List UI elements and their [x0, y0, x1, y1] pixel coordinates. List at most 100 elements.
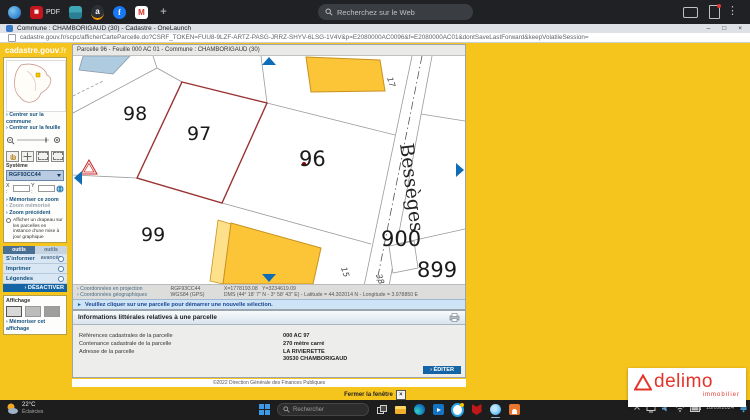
taskbar-search[interactable]: Rechercher: [277, 403, 369, 416]
flag-label: Afficher un drapeau sur les parcelles en…: [13, 218, 64, 240]
x-label: X :: [6, 183, 12, 195]
radio-icon: [58, 276, 64, 282]
pdf-icon: ▦: [30, 6, 43, 19]
pan-up-arrow[interactable]: [262, 57, 276, 65]
search-icon: [283, 406, 290, 413]
map-header: Parcelle 96 - Feuille 000 AC 01 - Commun…: [73, 45, 465, 56]
building-blue: [79, 56, 130, 74]
sidebar-panel: › Centrer sur la commune › Centrer sur l…: [3, 57, 67, 243]
pan-hand-tool[interactable]: [6, 151, 19, 162]
go-globe-button[interactable]: [56, 185, 64, 193]
mcafee-icon[interactable]: [470, 403, 483, 416]
deactivate-button[interactable]: › DÉSACTIVER: [3, 284, 67, 292]
gmail-icon[interactable]: M: [135, 6, 148, 19]
task-view-icon[interactable]: [375, 403, 388, 416]
info-row3-value1: LA RIVIERETTE: [283, 349, 325, 355]
onelaunch-taskbar-icon[interactable]: [451, 403, 464, 416]
commune-minimap[interactable]: [6, 60, 66, 112]
center-feuille-link[interactable]: › Centrer sur la feuille: [6, 125, 64, 132]
memorize-display-link[interactable]: › Mémoriser cet affichage: [6, 319, 64, 332]
cadastre-logo[interactable]: cadastre.gouv.fr: [0, 43, 70, 57]
tab-title[interactable]: Commune : CHAMBORIGAUD (30) - Cadastre -…: [17, 25, 191, 32]
select-box-tool[interactable]: [51, 151, 64, 162]
browser-toolbar: ▦ PDF a f M + Recherchez sur le Web ⋮: [0, 0, 750, 24]
display-mode-2[interactable]: [25, 306, 41, 317]
amazon-icon[interactable]: a: [91, 5, 104, 20]
weather-desc: Éclaircies: [22, 409, 43, 416]
tab-outils-simples[interactable]: outils simples: [3, 246, 35, 254]
contacts-app-icon[interactable]: [508, 403, 521, 416]
system-label: Système: [6, 163, 64, 169]
onelaunch-icon[interactable]: [8, 6, 21, 19]
close-button[interactable]: ×: [738, 25, 742, 32]
address-bar[interactable]: cadastre.gouv.fr/scpc/afficherCarteParce…: [0, 33, 750, 43]
close-window-label[interactable]: Fermer la fenêtre: [344, 392, 393, 398]
sidebar: cadastre.gouv.fr › Centrer sur la commun…: [0, 43, 70, 400]
zoom-box-tool[interactable]: [36, 151, 49, 162]
flag-checkbox[interactable]: [6, 218, 11, 223]
house-number-17: 17: [385, 76, 397, 89]
pan-right-arrow[interactable]: [456, 163, 464, 177]
dropdown-arrow-icon: [57, 174, 61, 177]
display-mode-3[interactable]: [44, 306, 60, 317]
minimize-button[interactable]: –: [707, 25, 711, 32]
info-row2-label: Contenance cadastrale de la parcelle: [79, 341, 171, 347]
info-row3-value2: 30530 CHAMBORIGAUD: [283, 356, 347, 362]
files-icon[interactable]: [69, 6, 82, 19]
facebook-icon[interactable]: f: [113, 6, 126, 19]
zoom-slider[interactable]: [6, 135, 64, 145]
display-mode-1[interactable]: [6, 306, 22, 317]
tool-legendes[interactable]: Légendes: [3, 274, 67, 284]
house-number-15: 15: [339, 266, 351, 278]
center-tool[interactable]: [21, 151, 34, 162]
browser-menu-icon[interactable]: ⋮: [727, 4, 738, 17]
y-input[interactable]: [38, 185, 55, 192]
cadastre-map[interactable]: 98 97 96 99 900 899 Bessèges 17 15 38: [73, 56, 465, 284]
maximize-button[interactable]: □: [722, 25, 726, 32]
previous-zoom-link[interactable]: › Zoom précédent: [6, 210, 64, 217]
pan-left-arrow[interactable]: [74, 171, 82, 185]
mail-app-icon[interactable]: [432, 403, 445, 416]
tab-strip: Commune : CHAMBORIGAUD (30) - Cadastre -…: [0, 24, 750, 33]
trash-icon[interactable]: [709, 5, 720, 19]
pdf-shortcut[interactable]: ▦ PDF: [30, 6, 60, 19]
active-indicator: [491, 417, 500, 419]
adelimo-logo-card: delimo immobilier: [628, 368, 746, 407]
edit-button[interactable]: › ÉDITER: [423, 366, 461, 374]
coord-geo-system: WGS84 (GPS): [170, 292, 222, 298]
tool-imprimer[interactable]: Imprimer: [3, 264, 67, 274]
y-label: Y :: [31, 183, 37, 195]
active-browser-icon[interactable]: [489, 403, 502, 416]
file-explorer-icon[interactable]: [394, 403, 407, 416]
coordinates-bar: › Coordonnées en projection RGF93CC44 X=…: [73, 284, 465, 299]
info-panel-title: Informations littérales relatives à une …: [78, 314, 217, 321]
radio-icon: [58, 266, 64, 272]
system-select[interactable]: RGF93CC44: [6, 170, 64, 181]
copyright-text: ©2022 Direction Générale des Finances Pu…: [72, 379, 466, 387]
house-number-38: 38: [374, 273, 386, 284]
close-window-icon[interactable]: ×: [396, 390, 406, 400]
trash-badge: [717, 4, 721, 8]
map-panel: Parcelle 96 - Feuille 000 AC 01 - Commun…: [72, 44, 466, 310]
tab-outils-avances[interactable]: outils avancés: [35, 246, 67, 254]
weather-widget[interactable]: 22°C Éclaircies: [5, 402, 43, 416]
window-controls: – □ ×: [707, 24, 742, 33]
taskbar-search-placeholder: Rechercher: [293, 407, 324, 413]
center-commune-link[interactable]: › Centrer sur la commune: [6, 112, 64, 125]
adelimo-triangle-icon: [634, 374, 652, 391]
edge-icon[interactable]: [413, 403, 426, 416]
coord-geo-label[interactable]: › Coordonnées géographiques: [77, 292, 169, 298]
flag-marker: [81, 160, 97, 174]
web-search-input[interactable]: Recherchez sur le Web: [318, 4, 473, 20]
search-icon: [325, 8, 333, 16]
x-input[interactable]: [13, 185, 30, 192]
print-icon[interactable]: [449, 313, 460, 322]
screen: ▦ PDF a f M + Recherchez sur le Web ⋮ Co…: [0, 0, 750, 420]
display-title: Affichage: [6, 298, 64, 304]
building-yellow-top: [306, 57, 385, 92]
info-row1-label: Références cadastrales de la parcelle: [79, 333, 173, 339]
parcel-label-97: 97: [187, 123, 211, 145]
camera-icon[interactable]: [683, 7, 698, 18]
new-tab-button[interactable]: +: [157, 6, 170, 19]
start-button[interactable]: [258, 403, 271, 416]
